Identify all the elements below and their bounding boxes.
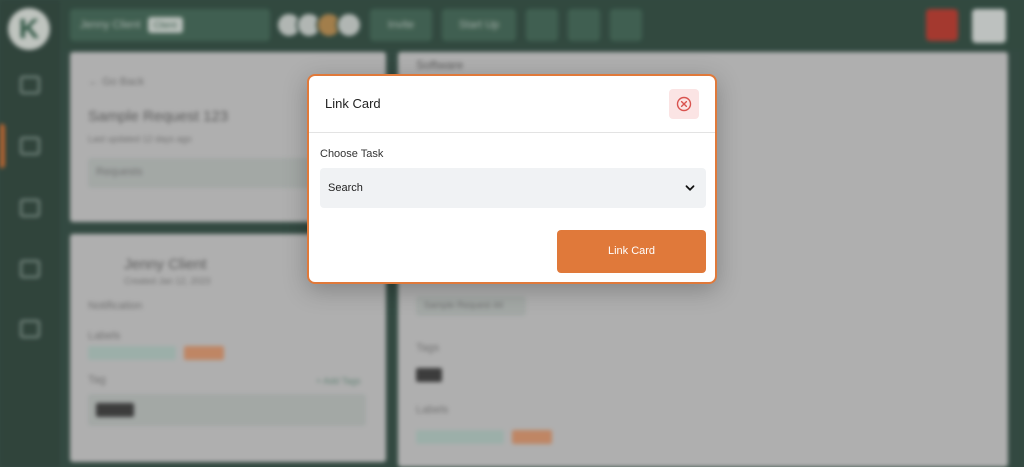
chevron-down-icon [685,185,695,191]
close-button[interactable] [669,89,699,119]
close-circle-icon [676,96,692,112]
task-select[interactable]: Search [320,168,706,208]
link-card-modal: Link Card Choose Task Search Link Card [307,74,717,284]
link-card-button[interactable]: Link Card [557,230,706,273]
modal-title: Link Card [325,96,381,111]
modal-header: Link Card [309,76,715,133]
task-select-value: Search [328,182,363,194]
choose-task-label: Choose Task [320,148,384,160]
